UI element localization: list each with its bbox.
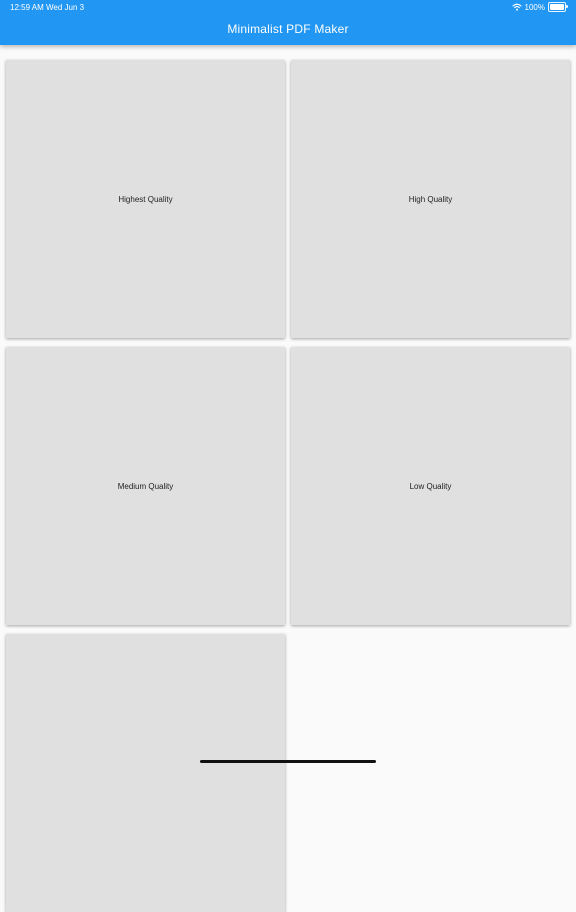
- card-label: High Quality: [408, 194, 453, 204]
- battery-nub: [566, 5, 568, 8]
- status-time: 12:59 AM: [10, 3, 44, 12]
- quality-options-grid: Highest Quality High Quality Medium Qual…: [6, 60, 571, 912]
- home-indicator[interactable]: [200, 760, 376, 763]
- highest-quality-card[interactable]: Highest Quality: [6, 60, 285, 338]
- card-label: Medium Quality: [117, 481, 174, 491]
- battery-percentage: 100%: [524, 2, 545, 12]
- wifi-icon: [511, 3, 522, 11]
- battery-icon: [548, 2, 568, 12]
- app-title: Minimalist PDF Maker: [227, 22, 349, 36]
- card-label: Highest Quality: [118, 194, 173, 204]
- high-quality-card[interactable]: High Quality: [291, 60, 570, 338]
- app-bar: 12:59 AM Wed Jun 3 100% Minimalist PDF M…: [0, 0, 576, 45]
- low-quality-card[interactable]: Low Quality: [291, 347, 570, 625]
- status-date: Wed Jun 3: [46, 3, 85, 12]
- partial-quality-card[interactable]: [6, 634, 285, 912]
- medium-quality-card[interactable]: Medium Quality: [6, 347, 285, 625]
- card-label: Low Quality: [409, 481, 452, 491]
- status-bar: 12:59 AM Wed Jun 3 100%: [0, 0, 576, 14]
- battery-fill: [550, 4, 564, 10]
- status-indicators: 100%: [511, 2, 568, 12]
